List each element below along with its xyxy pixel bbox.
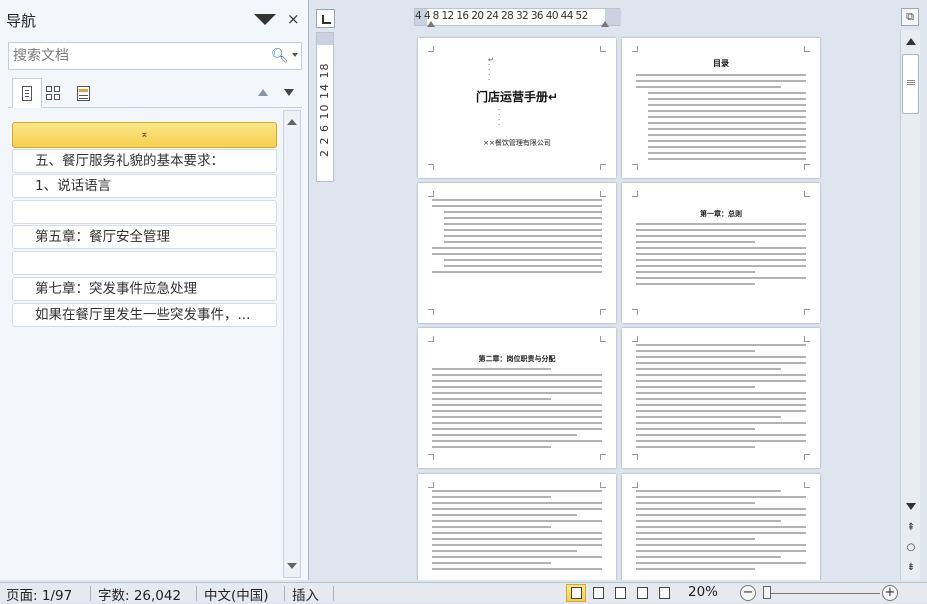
page-thumbnail[interactable]: 第二章：岗位职责与分配 [418,328,616,468]
tab-selector-button[interactable] [316,9,335,28]
word-count[interactable]: 字数: 26,042 [98,584,181,604]
outline-view-button[interactable] [632,584,652,602]
nav-scrollbar[interactable] [283,110,301,578]
nav-tabs [8,78,302,108]
heading-item[interactable] [12,200,277,224]
vertical-ruler[interactable]: 2 2 6 10 14 18 [316,32,334,182]
search-options-caret-icon[interactable] [292,53,298,57]
scroll-down-icon[interactable] [906,503,916,510]
heading-item[interactable]: 五、餐厅服务礼貌的基本要求： [12,149,277,173]
draft-view-button[interactable] [654,584,674,602]
outline-icon [636,587,648,599]
cover-company: ××餐饮管理有限公司 [483,139,551,147]
search-results-icon [76,85,90,101]
ruler-numbers: 4 4 8 12 16 20 24 28 32 36 40 44 52 [415,10,588,22]
nav-title-bar: 导航 × [0,0,308,40]
vertical-ruler-numbers: 2 2 6 10 14 18 [318,62,331,157]
language-indicator[interactable]: 中文(中国) [204,584,269,604]
chapter-heading: 第一章：总则 [700,210,742,218]
next-page-icon[interactable]: ⇟ [903,560,919,576]
heading-item-selected[interactable]: ⌅ [12,122,277,148]
toc-lines [636,74,806,164]
page-thumbnail[interactable]: 第一章：总则 [622,183,820,323]
print-layout-icon [570,587,582,599]
draft-icon [658,587,670,599]
zoom-out-button[interactable]: − [740,585,756,601]
nav-scroll-up-icon[interactable] [284,113,300,131]
nav-scroll-down-icon[interactable] [284,557,300,575]
heading-item[interactable] [12,251,277,275]
full-screen-reading-view-button[interactable] [588,584,608,602]
page-thumbnail[interactable] [418,183,616,323]
collapse-icon[interactable]: ⌅ [13,123,276,147]
page-thumbnail[interactable]: 目录 [622,38,820,178]
scroll-up-icon[interactable] [906,38,916,45]
chapter-heading: 第二章：岗位职责与分配 [478,355,556,363]
document-vertical-scrollbar[interactable]: ⇞ ○ ⇟ [900,30,920,580]
status-bar: 页面: 1/97 字数: 26,042 中文(中国) 插入 20% − + [0,582,927,604]
print-layout-view-button[interactable] [566,584,586,602]
page-thumbnail[interactable] [418,474,616,580]
page-thumbnail[interactable] [622,328,820,468]
zoom-slider-track[interactable] [764,593,880,594]
toc-title: 目录 [713,59,729,68]
previous-page-icon[interactable]: ⇞ [903,520,919,536]
right-indent-marker-icon[interactable] [601,21,609,27]
view-ruler-toggle-button[interactable]: ⧉ [901,8,919,26]
zoom-in-button[interactable]: + [882,585,898,601]
reading-view-icon [592,587,604,599]
search-box[interactable]: 🔍︎ [8,42,302,70]
nav-close-button[interactable]: × [287,10,300,28]
web-layout-view-button[interactable] [610,584,630,602]
document-area[interactable]: ↵ · · · · 门店运营手册↵ · · · · ××餐饮管理有限公司 目录 第一章：总则 [340,28,897,580]
select-browse-object-icon[interactable]: ○ [903,540,919,556]
tab-browse-pages[interactable] [38,78,68,108]
previous-heading-icon[interactable] [258,89,268,96]
heading-item[interactable]: 第七章：突发事件应急处理 [12,277,277,301]
nav-options-dropdown-icon[interactable] [254,14,276,25]
page-count[interactable]: 页面: 1/97 [6,584,72,604]
heading-list: ⌅ 五、餐厅服务礼貌的基本要求： 1、说话语言 第五章：餐厅安全管理 第七章：突… [8,110,281,580]
next-heading-icon[interactable] [284,89,294,96]
headings-page-icon [22,85,32,101]
tab-browse-results[interactable] [68,78,98,108]
indent-marker-icon[interactable] [427,21,435,27]
search-icon[interactable]: 🔍︎ [271,48,289,64]
cover-title: 门店运营手册↵ [475,90,559,104]
navigation-pane: 导航 × 🔍︎ ⌅ 五、餐厅服务礼貌的基本要求： 1、说话语言 第五章：餐厅安全… [0,0,309,580]
zoom-level[interactable]: 20% [688,584,718,600]
page-thumbnail[interactable] [622,474,820,580]
heading-item[interactable]: 1、说话语言 [12,174,277,198]
insert-mode-indicator[interactable]: 插入 [292,584,319,604]
heading-item[interactable]: 第五章：餐厅安全管理 [12,225,277,249]
page-thumbnail[interactable]: ↵ · · · · 门店运营手册↵ · · · · ××餐饮管理有限公司 [418,38,616,178]
horizontal-ruler[interactable]: 4 4 8 12 16 20 24 28 32 36 40 44 52 [414,8,621,27]
scrollbar-thumb[interactable] [902,54,919,114]
page-marks: ↵ · · · · [488,56,494,84]
web-layout-icon [614,587,626,599]
pages-grid-icon [46,86,60,100]
heading-item[interactable]: 如果在餐厅里发生一些突发事件，... [12,303,277,327]
zoom-slider-thumb[interactable] [763,586,771,599]
search-input[interactable] [9,43,259,69]
nav-title: 导航 [6,12,37,30]
